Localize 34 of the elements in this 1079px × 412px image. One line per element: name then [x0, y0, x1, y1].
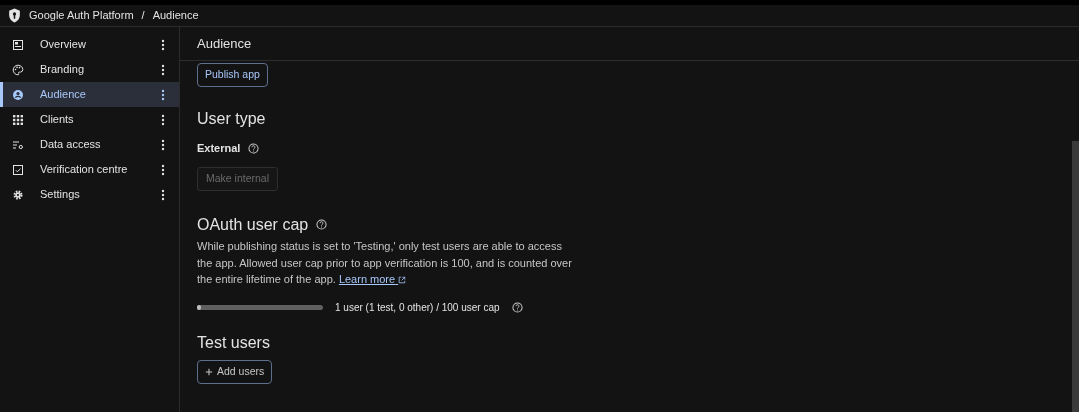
checkbox-icon	[12, 163, 24, 176]
shield-icon	[8, 8, 21, 23]
external-link-icon	[398, 276, 407, 285]
help-icon[interactable]	[316, 219, 328, 231]
breadcrumb-separator: /	[141, 8, 145, 24]
person-icon	[12, 88, 24, 101]
sidebar-item[interactable]: Audience	[0, 82, 179, 107]
plus-icon	[205, 367, 213, 376]
breadcrumb-current: Audience	[152, 8, 199, 24]
grid-icon	[12, 113, 24, 126]
add-users-button[interactable]: Add users	[197, 360, 273, 384]
sidebar-item[interactable]: Overview	[0, 32, 179, 57]
section-heading: User type	[197, 108, 267, 128]
sidebar-item[interactable]: Data access	[0, 132, 179, 157]
section-heading: Test users	[197, 332, 271, 353]
learn-more-link[interactable]: Learn more	[338, 273, 407, 286]
settings-icon	[12, 188, 24, 201]
palette-icon	[12, 63, 24, 76]
help-icon[interactable]	[511, 301, 523, 313]
page-title: Audience	[197, 34, 252, 53]
description-text: While publishing status is set to 'Testing,' only test users are able to access the app. Allowed user cap prior to app verification is 100, and is counted over the entire lifetime of the app. Learn more	[197, 239, 572, 288]
help-icon[interactable]	[248, 142, 260, 154]
filter-icon	[12, 138, 24, 151]
dashboard-icon	[12, 38, 24, 51]
sidebar-item[interactable]: Settings	[0, 182, 179, 207]
publish-app-button[interactable]: Publish app	[197, 63, 268, 87]
sidebar-item[interactable]: Verification centre	[0, 157, 179, 182]
scrollbar[interactable]	[1072, 141, 1079, 412]
section-heading: OAuth user cap	[197, 215, 309, 235]
sidebar-item[interactable]: Branding	[0, 57, 179, 82]
user-type-value: External	[197, 140, 241, 156]
user-count-text: 1 user (1 test, 0 other) / 100 user cap	[335, 300, 500, 315]
sidebar-item[interactable]: Clients	[0, 107, 179, 132]
breadcrumb-link[interactable]: Google Auth Platform	[29, 7, 134, 24]
